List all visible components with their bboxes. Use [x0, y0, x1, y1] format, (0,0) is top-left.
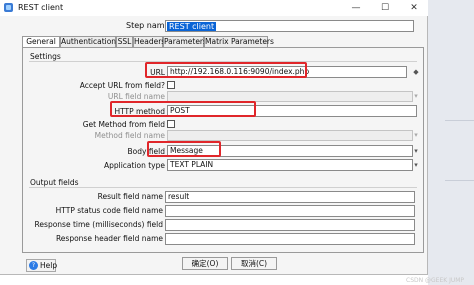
variable-icon[interactable]: ◆ — [412, 68, 420, 76]
chevron-down-icon: ▾ — [414, 92, 418, 100]
chevron-down-icon: ▾ — [414, 131, 418, 139]
http-status-label: HTTP status code field name — [55, 206, 163, 215]
response-time-input[interactable] — [165, 219, 415, 231]
tab-parameters[interactable]: Parameters — [163, 36, 207, 47]
http-method-highlight-box — [110, 101, 256, 117]
app-icon — [4, 3, 13, 12]
method-field-name-select — [167, 130, 413, 141]
tab-authentication[interactable]: Authentication — [60, 36, 116, 47]
window-title: REST client — [18, 3, 64, 12]
url-field-name-label: URL field name — [107, 92, 165, 101]
accept-url-checkbox[interactable] — [167, 81, 175, 89]
close-button[interactable]: ✕ — [403, 0, 425, 16]
http-status-input[interactable] — [165, 205, 415, 217]
result-field-input[interactable]: result — [165, 191, 415, 203]
help-button[interactable]: ? Help — [26, 259, 58, 272]
settings-group-title: Settings — [30, 52, 61, 61]
step-name-value: REST client — [167, 22, 217, 31]
help-button-label: Help — [40, 261, 58, 270]
get-method-checkbox[interactable] — [167, 120, 175, 128]
help-icon: ? — [29, 261, 38, 270]
ok-button[interactable]: 确定(O) — [182, 257, 228, 270]
body-field-highlight-box — [147, 141, 221, 157]
application-type-label: Application type — [103, 161, 165, 170]
url-highlight-box — [145, 62, 307, 78]
accept-url-label: Accept URL from field? — [79, 81, 165, 90]
output-group-title: Output fields — [30, 178, 79, 187]
tab-headers[interactable]: Headers — [133, 36, 165, 47]
application-type-select[interactable]: TEXT PLAIN — [167, 159, 413, 171]
background-divider — [445, 180, 474, 181]
tab-matrix-parameters[interactable]: Matrix Parameters — [204, 36, 274, 47]
chevron-down-icon[interactable]: ▾ — [412, 147, 420, 155]
response-time-label: Response time (milliseconds) field — [34, 220, 163, 229]
method-field-name-label: Method field name — [94, 131, 165, 140]
output-divider — [29, 187, 417, 188]
rest-client-dialog: REST client — ☐ ✕ Step name REST client … — [0, 0, 428, 275]
step-name-input[interactable]: REST client — [165, 20, 414, 32]
minimize-button[interactable]: — — [345, 0, 367, 16]
cancel-button[interactable]: 取消(C) — [231, 257, 277, 270]
maximize-button[interactable]: ☐ — [374, 0, 396, 16]
response-header-input[interactable] — [165, 233, 415, 245]
background-divider — [445, 120, 474, 121]
response-header-label: Response header field name — [55, 234, 163, 243]
watermark-text: CSDN @GEEK JUMP — [406, 277, 465, 284]
get-method-label: Get Method from field — [82, 120, 165, 129]
chevron-down-icon[interactable]: ▾ — [412, 161, 420, 169]
background-window — [428, 0, 474, 285]
tab-ssl[interactable]: SSL — [116, 36, 133, 47]
result-field-label: Result field name — [97, 192, 163, 201]
title-bar: REST client — ☐ ✕ — [0, 0, 428, 16]
step-name-label: Step name — [126, 21, 170, 30]
